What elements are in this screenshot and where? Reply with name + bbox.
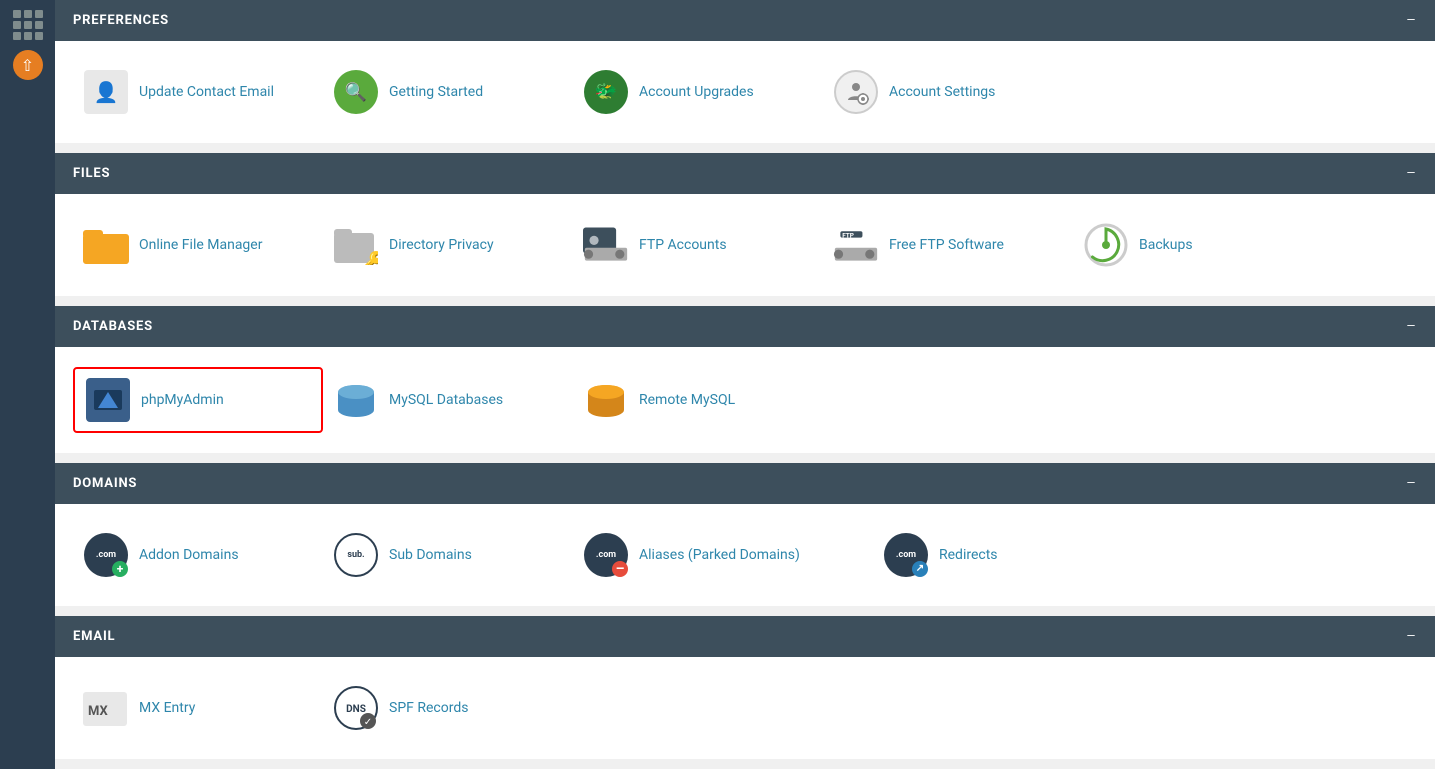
item-account-upgrades[interactable]: 🐲 Account Upgrades	[573, 61, 823, 123]
main-content: PREFERENCES − Update Contact Email 🔍 Get…	[55, 0, 1435, 769]
item-getting-started[interactable]: 🔍 Getting Started	[323, 61, 573, 123]
domains-section: DOMAINS − .com Addon Domains sub. Sub Do…	[55, 463, 1435, 606]
preferences-body: Update Contact Email 🔍 Getting Started 🐲…	[55, 41, 1435, 143]
domains-body: .com Addon Domains sub. Sub Domains .com	[55, 504, 1435, 606]
databases-body: phpMyAdmin MySQL Databases	[55, 347, 1435, 453]
account-settings-link[interactable]: Account Settings	[889, 84, 995, 100]
addon-domains-icon: .com	[83, 532, 129, 578]
item-update-contact-email[interactable]: Update Contact Email	[73, 61, 323, 123]
upload-icon[interactable]: ⇧	[13, 50, 43, 80]
svg-text:🔑: 🔑	[362, 250, 378, 265]
phpmyadmin-link[interactable]: phpMyAdmin	[141, 392, 224, 408]
preferences-section: PREFERENCES − Update Contact Email 🔍 Get…	[55, 0, 1435, 143]
online-file-manager-link[interactable]: Online File Manager	[139, 237, 262, 253]
spf-records-icon: DNS ✓	[333, 685, 379, 731]
item-backups[interactable]: Backups	[1073, 214, 1323, 276]
free-ftp-software-link[interactable]: Free FTP Software	[889, 237, 1004, 253]
sidebar: ⇧	[0, 0, 55, 769]
email-header[interactable]: EMAIL −	[55, 616, 1435, 657]
directory-privacy-icon: 🔑	[333, 222, 379, 268]
file-manager-icon	[83, 222, 129, 268]
item-account-settings[interactable]: Account Settings	[823, 61, 1073, 123]
sub-domains-link[interactable]: Sub Domains	[389, 547, 472, 563]
spf-records-link[interactable]: SPF Records	[389, 700, 468, 716]
domains-title: DOMAINS	[73, 476, 137, 491]
svg-text:🐲: 🐲	[595, 81, 617, 102]
phpmyadmin-icon	[85, 377, 131, 423]
databases-collapse[interactable]: −	[1406, 316, 1417, 337]
item-phpmyadmin[interactable]: phpMyAdmin	[73, 367, 323, 433]
item-spf-records[interactable]: DNS ✓ SPF Records	[323, 677, 573, 739]
apps-grid-icon[interactable]	[13, 10, 43, 40]
aliases-link[interactable]: Aliases (Parked Domains)	[639, 547, 800, 563]
domains-collapse[interactable]: −	[1406, 473, 1417, 494]
item-free-ftp-software[interactable]: FTP Free FTP Software	[823, 214, 1073, 276]
account-settings-icon	[833, 69, 879, 115]
remote-mysql-icon	[583, 377, 629, 423]
svg-text:✓: ✓	[364, 717, 372, 728]
preferences-header[interactable]: PREFERENCES −	[55, 0, 1435, 41]
item-directory-privacy[interactable]: 🔑 Directory Privacy	[323, 214, 573, 276]
ftp-accounts-icon	[583, 222, 629, 268]
item-remote-mysql[interactable]: Remote MySQL	[573, 367, 823, 433]
mx-entry-icon: MX	[83, 685, 129, 731]
backups-link[interactable]: Backups	[1139, 237, 1193, 253]
databases-header[interactable]: DATABASES −	[55, 306, 1435, 347]
item-ftp-accounts[interactable]: FTP Accounts	[573, 214, 823, 276]
mysql-databases-link[interactable]: MySQL Databases	[389, 392, 503, 408]
files-title: FILES	[73, 166, 110, 181]
files-section: FILES − Online File Manager �	[55, 153, 1435, 296]
files-header[interactable]: FILES −	[55, 153, 1435, 194]
sub-domains-icon: sub.	[333, 532, 379, 578]
item-mx-entry[interactable]: MX MX Entry	[73, 677, 323, 739]
preferences-title: PREFERENCES	[73, 13, 169, 28]
email-body: MX MX Entry DNS ✓ SPF Records	[55, 657, 1435, 759]
remote-mysql-link[interactable]: Remote MySQL	[639, 392, 735, 408]
getting-started-link[interactable]: Getting Started	[389, 84, 483, 100]
backups-icon	[1083, 222, 1129, 268]
svg-text:MX: MX	[88, 704, 108, 719]
item-online-file-manager[interactable]: Online File Manager	[73, 214, 323, 276]
contact-icon	[83, 69, 129, 115]
aliases-icon: .com	[583, 532, 629, 578]
account-upgrades-link[interactable]: Account Upgrades	[639, 84, 754, 100]
redirects-icon: .com	[883, 532, 929, 578]
ftp-accounts-link[interactable]: FTP Accounts	[639, 237, 727, 253]
item-aliases-parked-domains[interactable]: .com Aliases (Parked Domains)	[573, 524, 873, 586]
files-body: Online File Manager 🔑 Directory Privacy	[55, 194, 1435, 296]
item-redirects[interactable]: .com Redirects	[873, 524, 1123, 586]
account-upgrades-icon: 🐲	[583, 69, 629, 115]
svg-text:FTP: FTP	[842, 232, 854, 240]
update-contact-email-link[interactable]: Update Contact Email	[139, 84, 274, 100]
getting-started-icon: 🔍	[333, 69, 379, 115]
domains-header[interactable]: DOMAINS −	[55, 463, 1435, 504]
databases-section: DATABASES − phpMyAdmin	[55, 306, 1435, 453]
free-ftp-icon: FTP	[833, 222, 879, 268]
mx-entry-link[interactable]: MX Entry	[139, 700, 195, 716]
redirects-link[interactable]: Redirects	[939, 547, 998, 563]
mysql-icon	[333, 377, 379, 423]
item-addon-domains[interactable]: .com Addon Domains	[73, 524, 323, 586]
email-title: EMAIL	[73, 629, 115, 644]
item-mysql-databases[interactable]: MySQL Databases	[323, 367, 573, 433]
addon-domains-link[interactable]: Addon Domains	[139, 547, 239, 563]
databases-title: DATABASES	[73, 319, 153, 334]
files-collapse[interactable]: −	[1406, 163, 1417, 184]
directory-privacy-link[interactable]: Directory Privacy	[389, 237, 494, 253]
svg-text:DNS: DNS	[346, 704, 366, 715]
item-sub-domains[interactable]: sub. Sub Domains	[323, 524, 573, 586]
email-collapse[interactable]: −	[1406, 626, 1417, 647]
preferences-collapse[interactable]: −	[1406, 10, 1417, 31]
